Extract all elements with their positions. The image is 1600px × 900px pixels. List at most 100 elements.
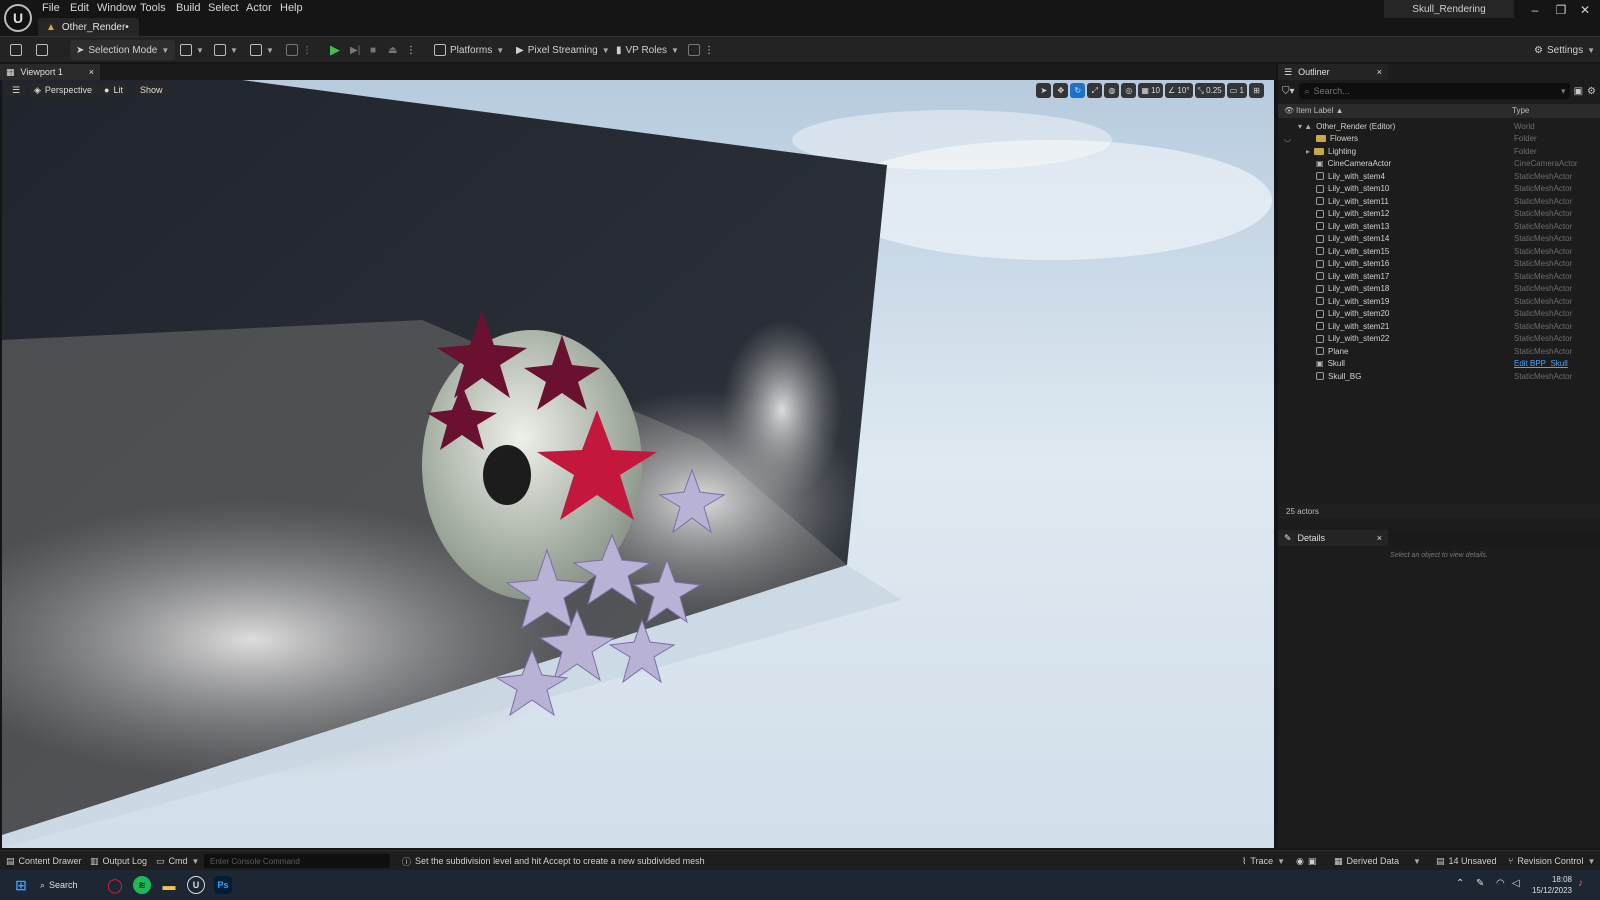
world-space-icon[interactable]: ◍ bbox=[1104, 83, 1120, 98]
outliner-row[interactable]: Lily_with_stem16 StaticMeshActor bbox=[1278, 258, 1600, 271]
outliner-row[interactable]: Lily_with_stem15 StaticMeshActor bbox=[1278, 245, 1600, 258]
angle-snap-toggle[interactable]: ∠ 10° bbox=[1165, 83, 1193, 98]
viewport-tab[interactable]: ▦ Viewport 1 × bbox=[0, 64, 100, 80]
column-type[interactable]: Type bbox=[1512, 106, 1529, 115]
outliner-row[interactable]: Lily_with_stem10 StaticMeshActor bbox=[1278, 183, 1600, 196]
spotify-icon[interactable]: ≋ bbox=[133, 876, 151, 894]
selection-mode-dropdown[interactable]: ➤ Selection Mode ▼ bbox=[70, 40, 176, 60]
play-options-button[interactable]: ⋮ bbox=[406, 40, 416, 60]
menu-build[interactable]: Build bbox=[176, 2, 200, 14]
console-input[interactable]: Enter Console Command bbox=[204, 854, 390, 868]
unsaved-button[interactable]: ▤ 14 Unsaved bbox=[1436, 854, 1497, 868]
pen-icon[interactable]: ✎ bbox=[1476, 878, 1484, 889]
outliner-row[interactable]: Lily_with_stem22 StaticMeshActor bbox=[1278, 333, 1600, 346]
outliner-row[interactable]: Plane StaticMeshActor bbox=[1278, 345, 1600, 358]
visibility-eye-icon[interactable]: ◡ bbox=[1284, 134, 1291, 143]
save-icon[interactable] bbox=[10, 40, 22, 60]
grid-snap-toggle[interactable]: ▦ 10 bbox=[1138, 83, 1164, 98]
play-button[interactable]: ▶ bbox=[330, 40, 340, 60]
camera-speed-button[interactable]: ▭ 1 bbox=[1226, 83, 1247, 98]
settings-dropdown[interactable]: ⚙ Settings ▼ bbox=[1534, 40, 1595, 60]
wifi-icon[interactable]: ◠ bbox=[1496, 878, 1505, 889]
photoshop-icon[interactable]: Ps bbox=[214, 876, 232, 894]
close-icon[interactable]: × bbox=[1377, 67, 1382, 77]
outliner-row[interactable]: Lily_with_stem4 StaticMeshActor bbox=[1278, 170, 1600, 183]
maximize-button[interactable]: ❐ bbox=[1548, 2, 1574, 18]
unreal-taskbar-icon[interactable]: U bbox=[187, 876, 205, 894]
outliner-search-input[interactable]: ⌕ Search... ▾ bbox=[1298, 83, 1570, 99]
pixel-streaming-dropdown[interactable]: ▶ Pixel Streaming ▼ bbox=[516, 40, 610, 60]
outliner-row[interactable]: ▣ Skull Edit BPP_Skull bbox=[1278, 358, 1600, 371]
menu-edit[interactable]: Edit bbox=[70, 2, 89, 14]
notification-bell-icon[interactable]: ♪ bbox=[1578, 878, 1583, 889]
scale-snap-toggle[interactable]: ⤡ 0.25 bbox=[1194, 83, 1225, 98]
translate-tool-icon[interactable]: ✥ bbox=[1053, 83, 1069, 98]
surface-snap-icon[interactable]: ◎ bbox=[1121, 83, 1137, 98]
opera-icon[interactable]: ◯ bbox=[106, 876, 124, 894]
close-window-button[interactable]: ✕ bbox=[1572, 2, 1598, 18]
windows-start-icon[interactable]: ⊞ bbox=[12, 876, 30, 894]
cmd-dropdown[interactable]: ▭ Cmd ▼ bbox=[156, 854, 199, 868]
outliner-row[interactable]: ▸ Lighting Folder bbox=[1278, 145, 1600, 158]
outliner-row[interactable]: Lily_with_stem12 StaticMeshActor bbox=[1278, 208, 1600, 221]
eye-icon[interactable]: 👁 bbox=[1284, 106, 1294, 115]
outliner-row[interactable]: ▾ ▲ Other_Render (Editor) World bbox=[1278, 120, 1600, 133]
maximize-viewport-icon[interactable]: ⊞ bbox=[1249, 83, 1264, 98]
modeling-icon[interactable]: ⋮ bbox=[286, 40, 312, 60]
stop-button[interactable]: ■ bbox=[370, 40, 376, 60]
column-item-label[interactable]: Item Label ▲ bbox=[1296, 106, 1344, 115]
expand-arrow-icon[interactable]: ▸ bbox=[1306, 147, 1310, 156]
lit-button[interactable]: ● Lit bbox=[98, 83, 129, 97]
add-actor-button[interactable]: ▼ bbox=[180, 40, 204, 60]
menu-tools[interactable]: Tools bbox=[140, 2, 166, 14]
outliner-row[interactable]: Lily_with_stem14 StaticMeshActor bbox=[1278, 233, 1600, 246]
level-tab[interactable]: ▲ Other_Render• bbox=[38, 18, 139, 36]
cinematics-button[interactable]: ▼ bbox=[250, 40, 274, 60]
show-button[interactable]: Show bbox=[134, 83, 169, 97]
rotate-tool-icon[interactable]: ↻ bbox=[1070, 83, 1086, 98]
menu-select[interactable]: Select bbox=[208, 2, 239, 14]
taskbar-search[interactable]: ⌕ Search bbox=[40, 876, 92, 894]
outliner-row[interactable]: Lily_with_stem17 StaticMeshActor bbox=[1278, 270, 1600, 283]
blueprints-button[interactable]: ▼ bbox=[214, 40, 238, 60]
outliner-row[interactable]: Lily_with_stem21 StaticMeshActor bbox=[1278, 320, 1600, 333]
unreal-logo-icon[interactable]: U bbox=[4, 4, 32, 32]
outliner-row[interactable]: ▣ CineCameraActor CineCameraActor bbox=[1278, 158, 1600, 171]
content-drawer-button[interactable]: ▤ Content Drawer bbox=[6, 854, 82, 868]
vp-roles-dropdown[interactable]: ▮ VP Roles ▼ bbox=[616, 40, 679, 60]
viewport-menu-button[interactable]: ☰ bbox=[6, 83, 27, 97]
outliner-row[interactable]: Lily_with_stem19 StaticMeshActor bbox=[1278, 295, 1600, 308]
outliner-row[interactable]: Lily_with_stem20 StaticMeshActor bbox=[1278, 308, 1600, 321]
eject-button[interactable]: ⏏ bbox=[388, 40, 397, 60]
file-explorer-icon[interactable]: ▬ bbox=[160, 876, 178, 894]
scale-tool-icon[interactable]: ⤢ bbox=[1087, 83, 1103, 98]
outliner-row[interactable]: Lily_with_stem11 StaticMeshActor bbox=[1278, 195, 1600, 208]
menu-help[interactable]: Help bbox=[280, 2, 303, 14]
close-icon[interactable]: × bbox=[89, 67, 94, 77]
edit-blueprint-link[interactable]: Edit BPP_Skull bbox=[1514, 359, 1568, 368]
outliner-tab[interactable]: ☰ Outliner × bbox=[1278, 64, 1388, 80]
volume-icon[interactable]: ◁ bbox=[1512, 878, 1520, 889]
outliner-row[interactable]: Lily_with_stem13 StaticMeshActor bbox=[1278, 220, 1600, 233]
perspective-button[interactable]: ◈ Perspective bbox=[28, 83, 98, 97]
select-tool-icon[interactable]: ➤ bbox=[1036, 83, 1052, 98]
menu-actor[interactable]: Actor bbox=[246, 2, 272, 14]
vcam-icon[interactable]: ⋮ bbox=[688, 40, 714, 60]
outliner-row[interactable]: Skull_BG StaticMeshActor bbox=[1278, 370, 1600, 383]
level-viewport[interactable]: ☰ ◈ Perspective ● Lit Show ➤ ✥ ↻ ⤢ ◍ ◎ ▦… bbox=[2, 80, 1274, 848]
add-folder-icon[interactable]: ▣ bbox=[1574, 86, 1583, 97]
derived-data-button[interactable]: ▦ Derived Data ▼ bbox=[1334, 854, 1421, 868]
outliner-row[interactable]: ◡ Flowers Folder bbox=[1278, 133, 1600, 146]
stat-icons[interactable]: ◉ ▣ bbox=[1296, 854, 1316, 868]
menu-file[interactable]: File bbox=[42, 2, 60, 14]
content-browser-icon[interactable] bbox=[36, 40, 48, 60]
outliner-row[interactable]: Lily_with_stem18 StaticMeshActor bbox=[1278, 283, 1600, 296]
platforms-dropdown[interactable]: Platforms ▼ bbox=[434, 40, 504, 60]
trace-dropdown[interactable]: ⌇ Trace ▼ bbox=[1242, 854, 1285, 868]
revision-control-dropdown[interactable]: ⑂ Revision Control ▼ bbox=[1508, 854, 1595, 868]
filter-icon[interactable]: ⛉▾ bbox=[1282, 86, 1295, 97]
output-log-button[interactable]: ▥ Output Log bbox=[90, 854, 147, 868]
minimize-button[interactable]: – bbox=[1522, 2, 1548, 18]
tray-chevron-up-icon[interactable]: ⌃ bbox=[1456, 878, 1464, 889]
clock[interactable]: 18:08 15/12/2023 bbox=[1528, 874, 1572, 896]
